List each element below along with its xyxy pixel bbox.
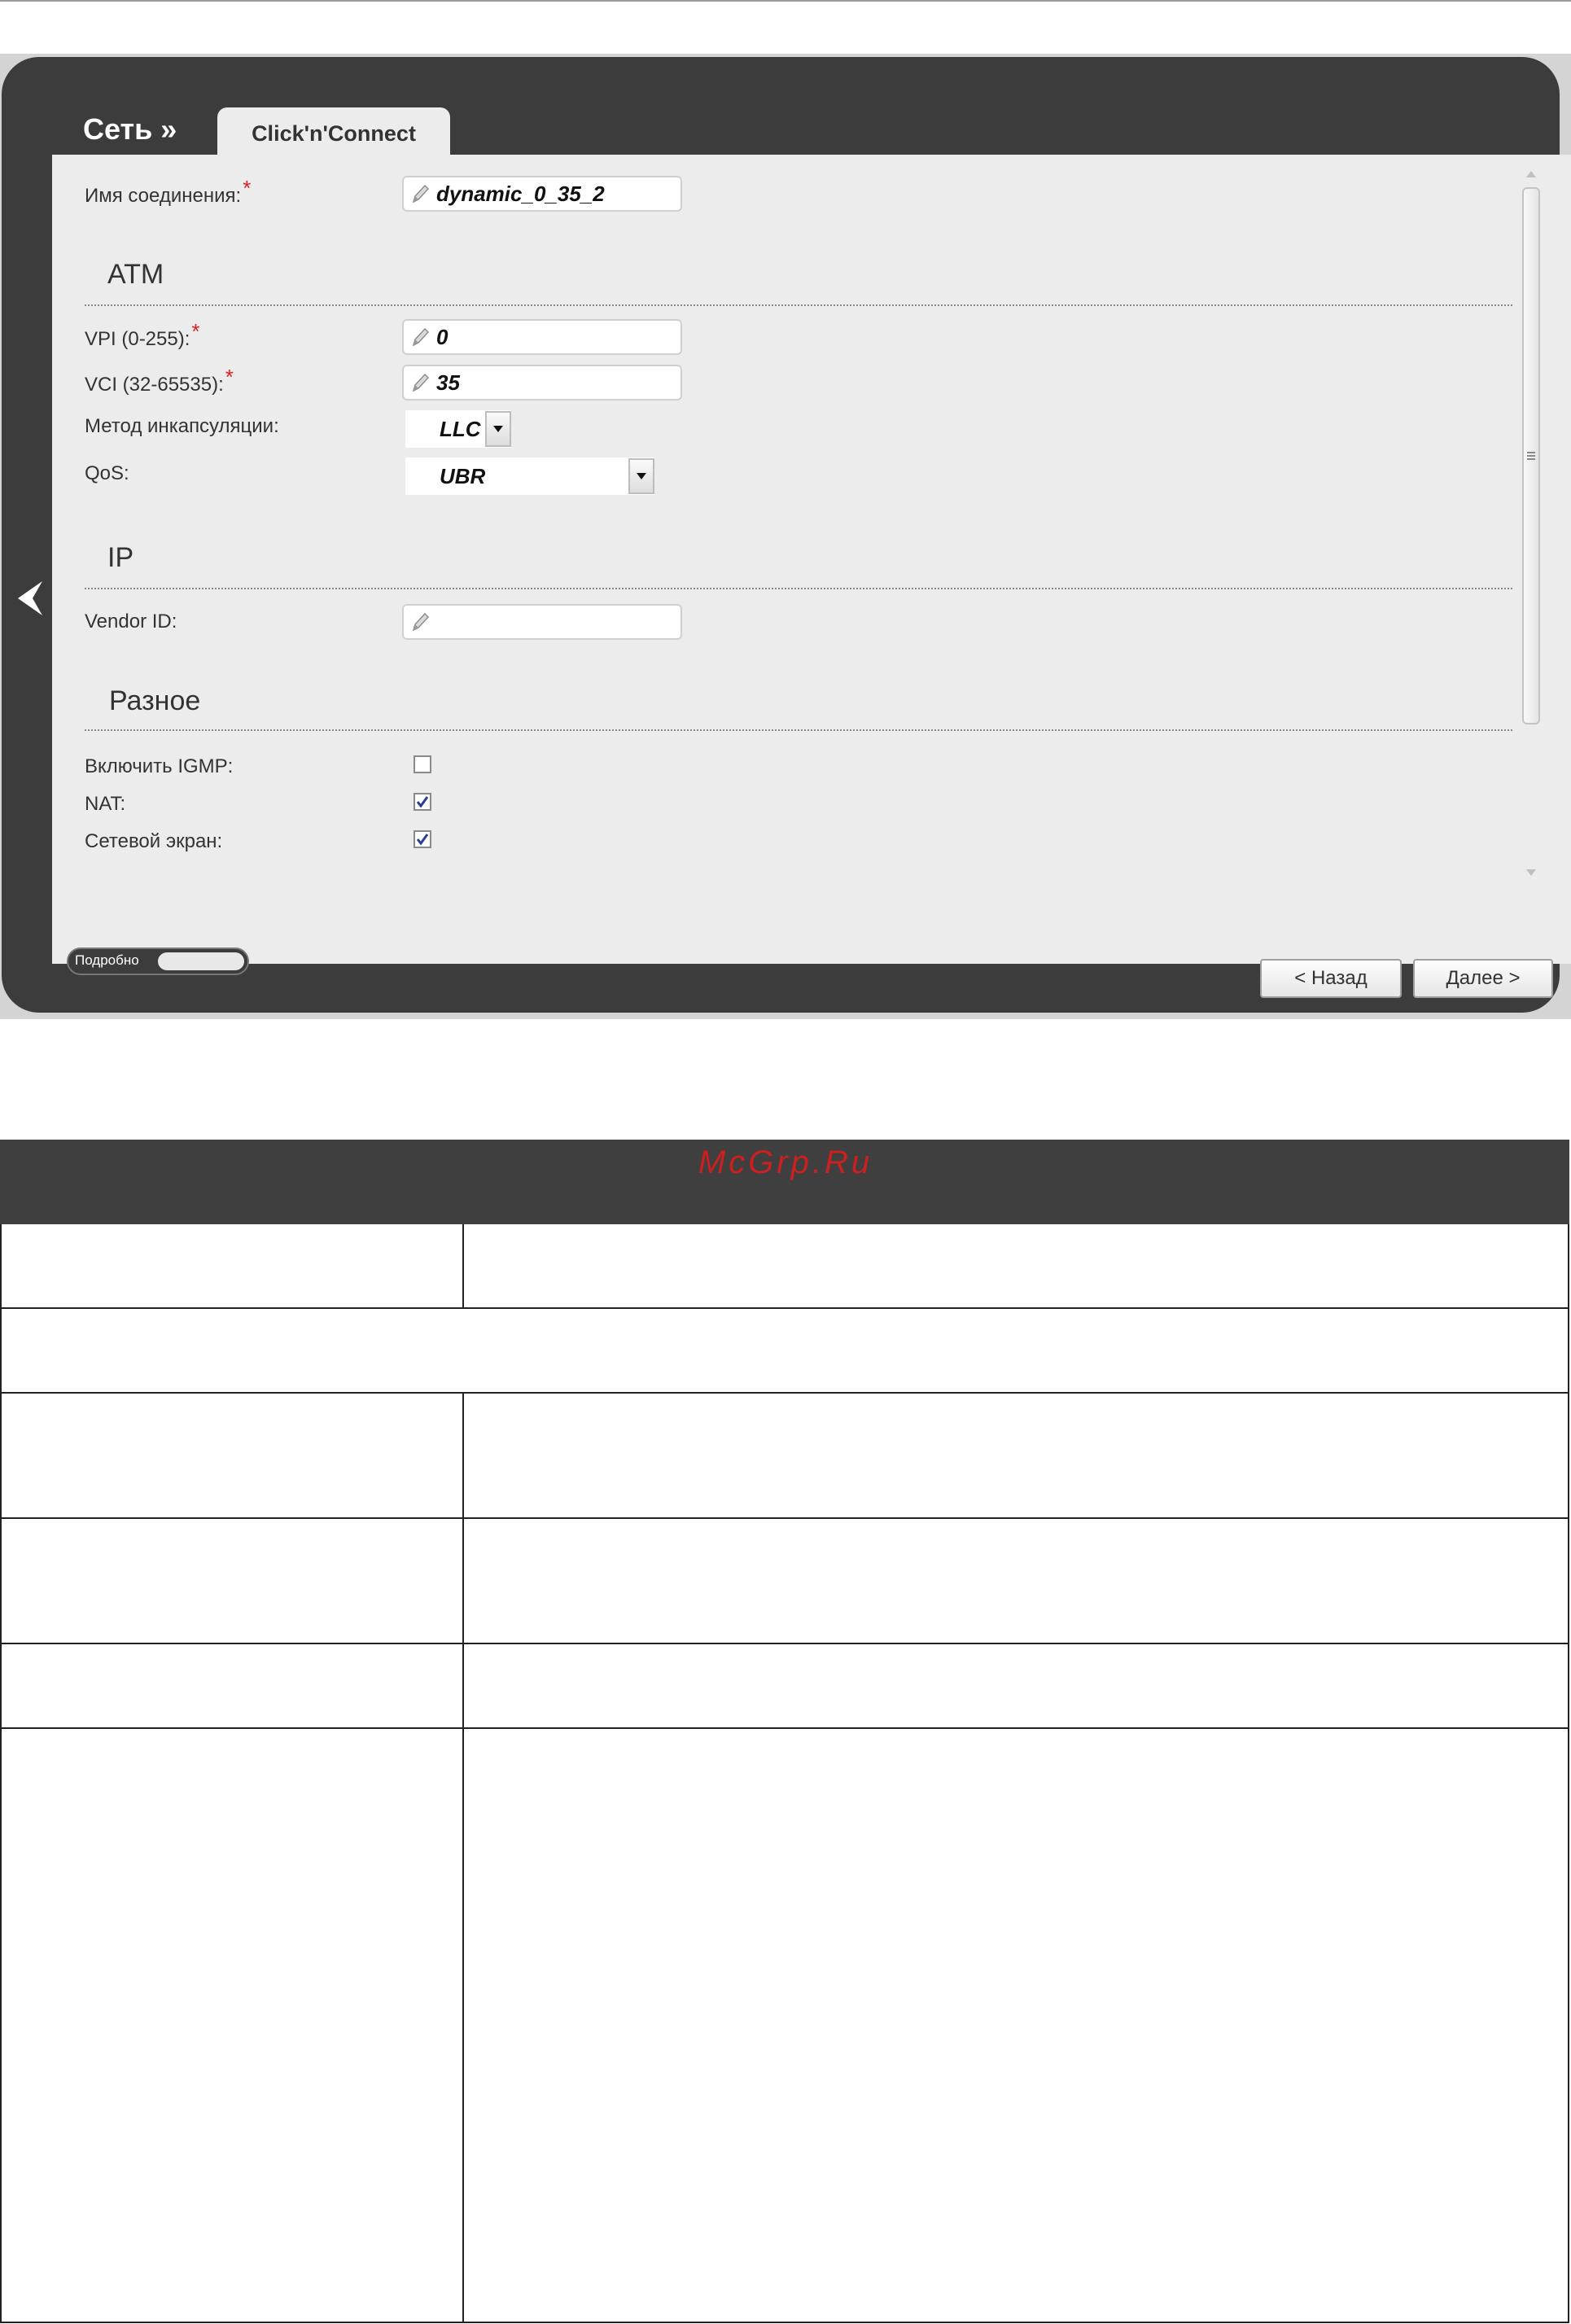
breadcrumb-section[interactable]: Сеть » bbox=[83, 112, 177, 147]
pencil-icon bbox=[412, 184, 430, 204]
connection-name-value: dynamic_0_35_2 bbox=[436, 181, 605, 206]
table-row bbox=[0, 1519, 1569, 1644]
table-column-divider bbox=[462, 1394, 464, 1517]
scroll-down-icon[interactable] bbox=[1526, 869, 1536, 876]
table-column-divider bbox=[462, 1224, 464, 1307]
encapsulation-value: LLC bbox=[440, 416, 481, 441]
chevron-left-icon[interactable] bbox=[13, 576, 46, 620]
table-row bbox=[0, 1394, 1569, 1519]
table-column-divider bbox=[462, 1519, 464, 1643]
vci-label: VCI (32-65535):* bbox=[85, 365, 234, 396]
required-mark: * bbox=[225, 365, 234, 389]
content-panel: Имя соединения:* dynamic_0_35_2 ATM VPI … bbox=[52, 155, 1571, 998]
table-row bbox=[0, 1729, 1569, 2323]
vpi-label-text: VPI (0-255): bbox=[85, 328, 190, 350]
firewall-checkbox[interactable] bbox=[414, 830, 431, 848]
back-button[interactable]: < Назад bbox=[1260, 959, 1402, 998]
table-column-divider bbox=[462, 1644, 464, 1727]
qos-label: QoS: bbox=[85, 462, 129, 484]
connection-name-field[interactable]: dynamic_0_35_2 bbox=[402, 176, 682, 212]
screenshot-frame: Сеть » Click'n'Connect Имя соединения:* … bbox=[0, 54, 1571, 1019]
triangle-down-icon[interactable] bbox=[628, 458, 654, 494]
vpi-field[interactable]: 0 bbox=[402, 319, 682, 355]
pencil-icon bbox=[412, 612, 430, 632]
encapsulation-select[interactable]: LLC bbox=[405, 410, 511, 448]
connection-name-label-text: Имя соединения: bbox=[85, 185, 242, 207]
scroll-up-icon[interactable] bbox=[1526, 171, 1536, 177]
watermark: McGrp.Ru bbox=[698, 1144, 873, 1180]
vendor-id-label: Vendor ID: bbox=[85, 611, 177, 632]
qos-select[interactable]: UBR bbox=[405, 457, 654, 495]
section-title-misc: Разное bbox=[109, 685, 201, 716]
router-ui-shell: Сеть » Click'n'Connect Имя соединения:* … bbox=[2, 57, 1571, 1013]
tab-click-n-connect[interactable]: Click'n'Connect bbox=[217, 107, 450, 160]
toggle-knob[interactable] bbox=[158, 952, 244, 970]
details-toggle[interactable]: Подробно bbox=[67, 948, 249, 975]
check-icon bbox=[416, 796, 429, 808]
pencil-icon bbox=[412, 327, 430, 347]
vci-field[interactable]: 35 bbox=[402, 365, 682, 400]
vpi-label: VPI (0-255):* bbox=[85, 319, 200, 351]
next-button[interactable]: Далее > bbox=[1413, 959, 1553, 998]
firewall-label: Сетевой экран: bbox=[85, 830, 223, 852]
scroll-thumb[interactable] bbox=[1522, 187, 1540, 724]
scrollbar[interactable] bbox=[1522, 171, 1540, 876]
table-row bbox=[0, 1224, 1569, 1309]
vendor-id-field[interactable] bbox=[402, 604, 682, 640]
vci-label-text: VCI (32-65535): bbox=[85, 374, 224, 396]
triangle-down-icon[interactable] bbox=[485, 411, 511, 447]
nat-checkbox[interactable] bbox=[414, 793, 431, 811]
qos-value: UBR bbox=[440, 463, 486, 488]
details-toggle-label: Подробно bbox=[75, 952, 139, 968]
nat-label: NAT: bbox=[85, 793, 126, 815]
vci-value: 35 bbox=[436, 370, 460, 395]
table-column-divider bbox=[462, 1729, 464, 2322]
connection-name-label: Имя соединения:* bbox=[85, 176, 251, 208]
required-mark: * bbox=[243, 176, 252, 200]
encapsulation-label: Метод инкапсуляции: bbox=[85, 415, 279, 437]
section-divider bbox=[85, 304, 1512, 306]
section-divider bbox=[85, 729, 1512, 731]
section-title-atm: ATM bbox=[107, 259, 164, 290]
section-title-ip: IP bbox=[107, 542, 134, 573]
table-row bbox=[0, 1644, 1569, 1729]
vpi-value: 0 bbox=[436, 324, 449, 349]
igmp-label: Включить IGMP: bbox=[85, 755, 234, 777]
table-row bbox=[0, 1309, 1569, 1394]
section-divider bbox=[85, 588, 1512, 589]
required-mark: * bbox=[191, 319, 200, 344]
top-rule bbox=[0, 0, 1571, 2]
grip-icon bbox=[1527, 452, 1535, 460]
check-icon bbox=[416, 834, 429, 846]
igmp-checkbox[interactable] bbox=[414, 755, 431, 773]
pencil-icon bbox=[412, 373, 430, 392]
